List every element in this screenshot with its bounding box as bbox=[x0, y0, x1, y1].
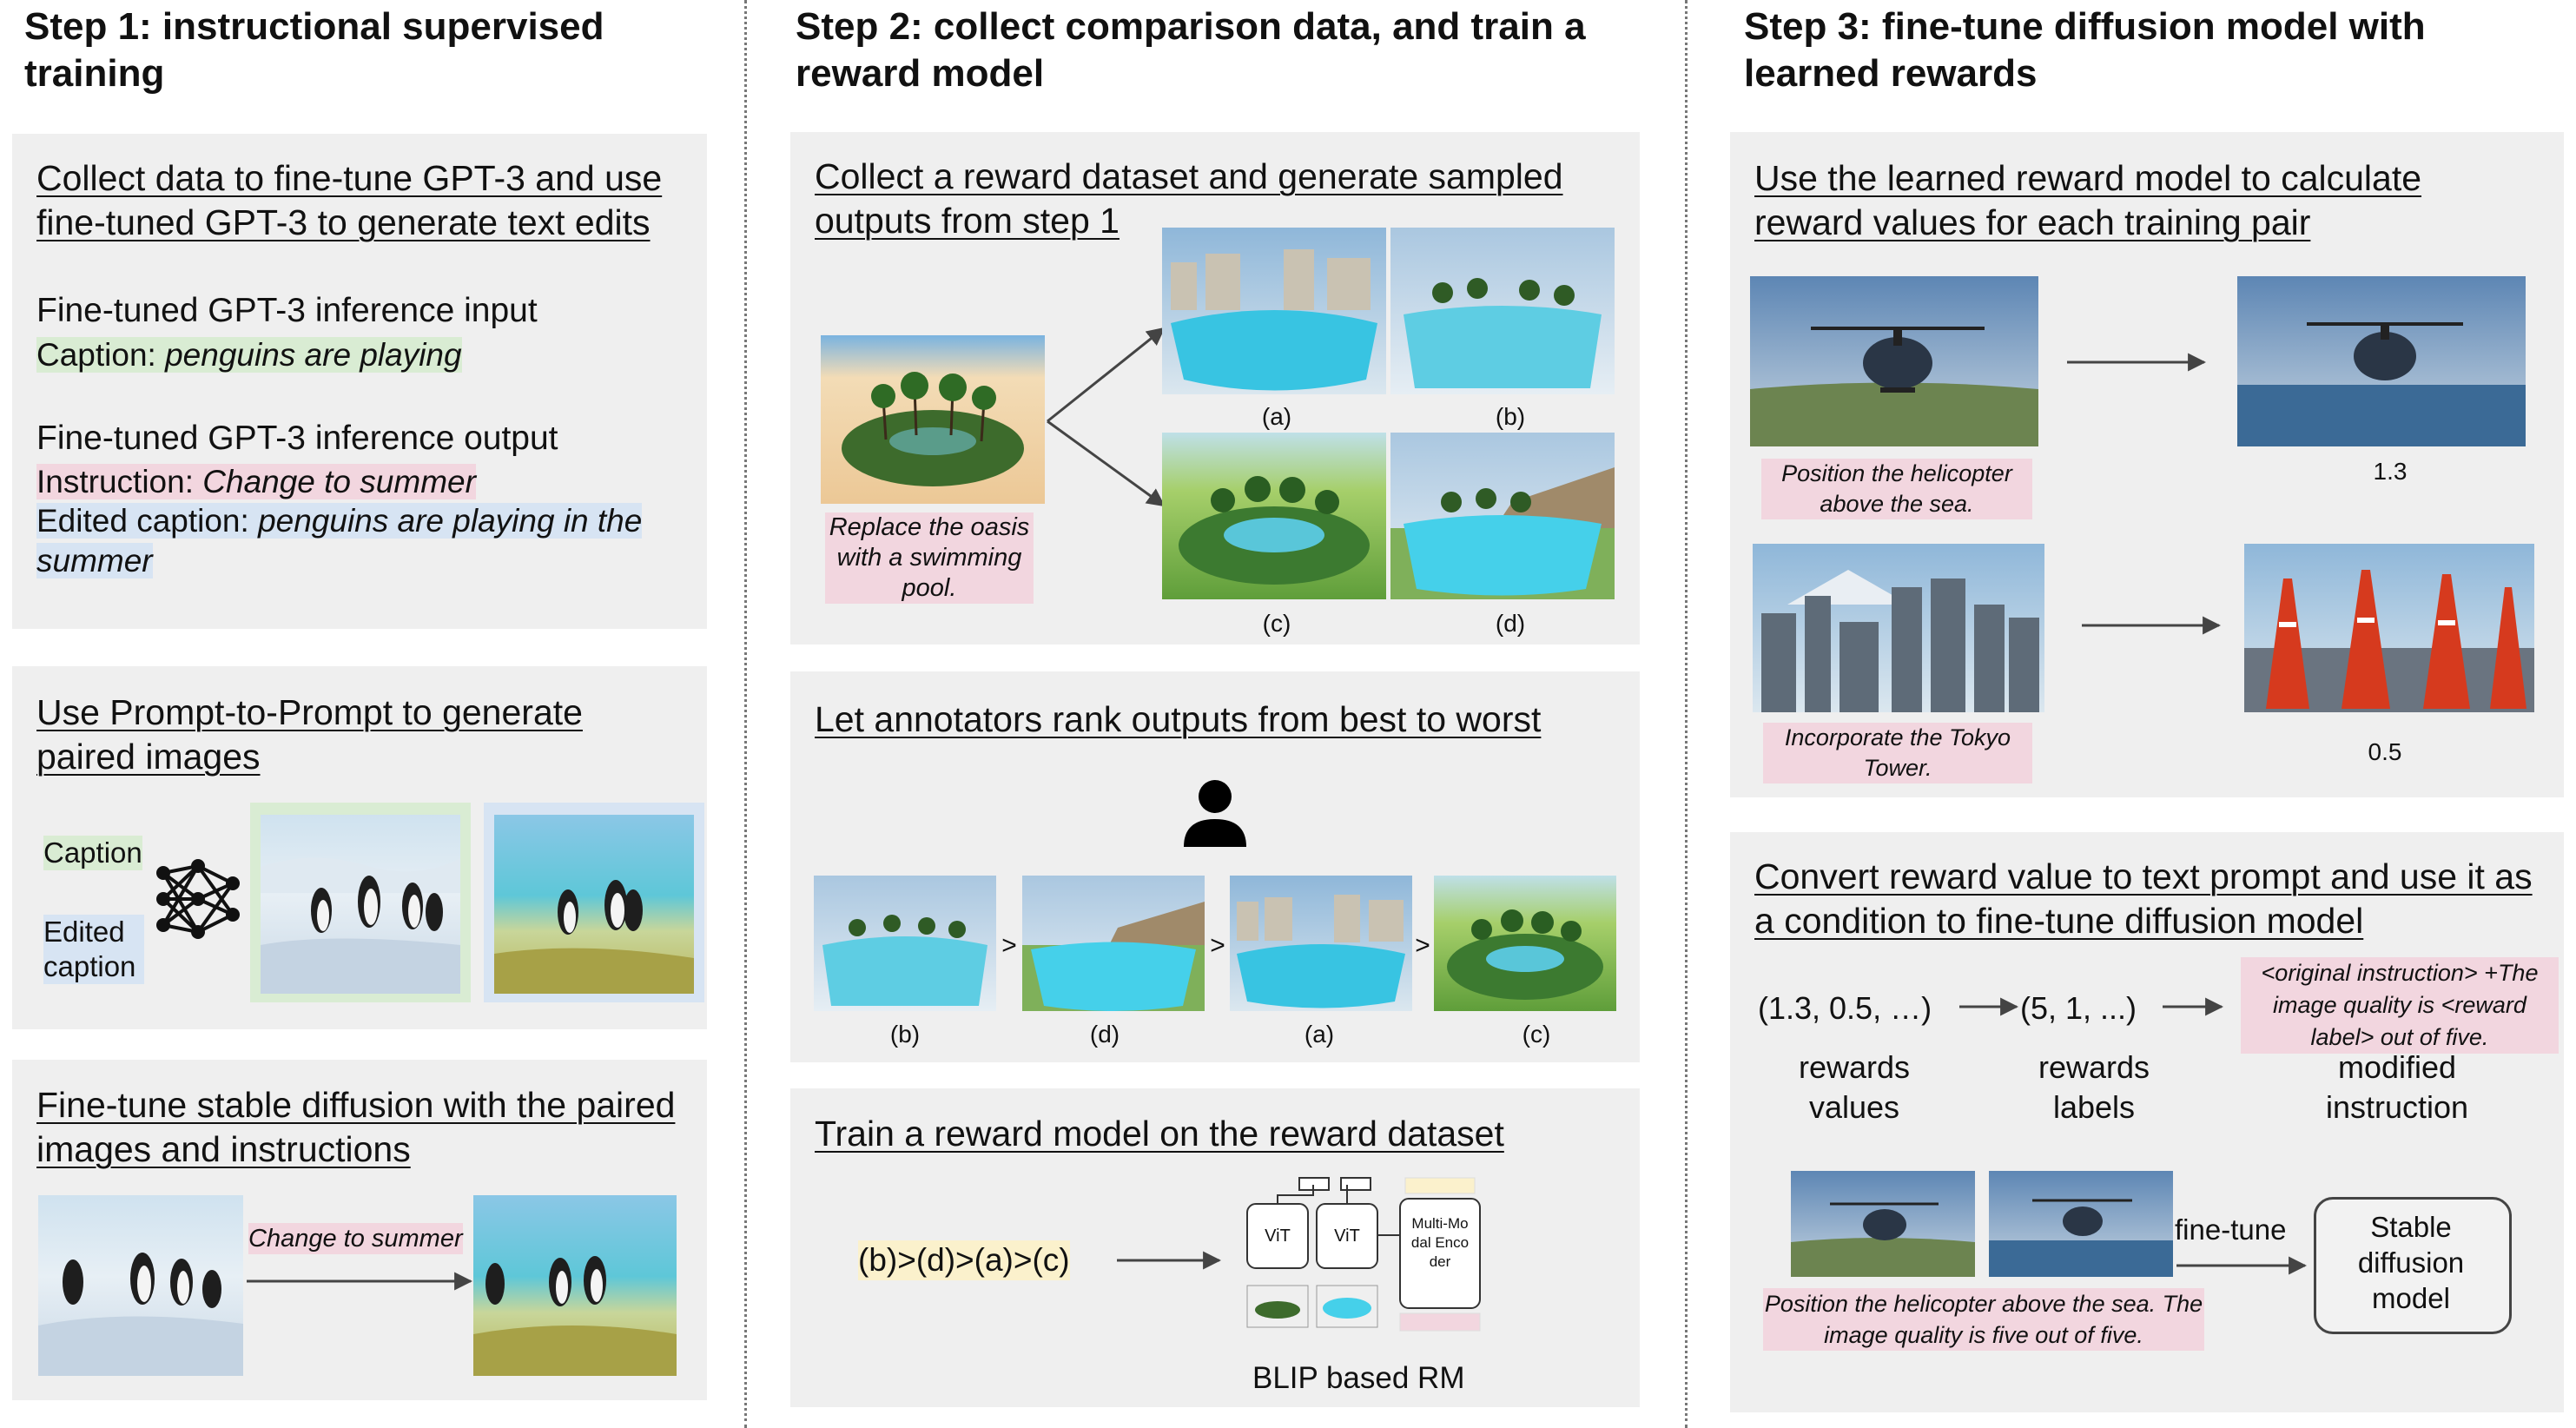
reward-labels-tuple: (5, 1, ...) bbox=[2020, 990, 2137, 1026]
person-icon bbox=[1180, 777, 1250, 847]
reward-values-tuple: (1.3, 0.5, …) bbox=[1758, 990, 1932, 1026]
rank-label-1: (b) bbox=[889, 1021, 921, 1048]
step3-reward-calc-title: Use the learned reward model to calculat… bbox=[1754, 158, 2422, 242]
rank-separator-1: > bbox=[1001, 931, 1017, 960]
rewards-labels-label: rewards labels bbox=[2038, 1049, 2150, 1125]
inference-input-heading: Fine-tuned GPT-3 inference input bbox=[36, 292, 538, 329]
caption-label: Caption: bbox=[36, 337, 166, 373]
caption-value: penguins are playing bbox=[165, 337, 462, 373]
label-a: (a) bbox=[1261, 403, 1292, 430]
penguins-summer-image bbox=[494, 815, 694, 994]
ranking-to-rm-arrow bbox=[1117, 1251, 1222, 1270]
neural-network-icon bbox=[153, 856, 243, 942]
helicopter-pair-output-image bbox=[1989, 1171, 2173, 1277]
penguins-summer-output-image bbox=[473, 1195, 677, 1376]
labels-to-instruction-arrow bbox=[2163, 997, 2224, 1016]
finetune-instruction-label: Change to summer bbox=[248, 1223, 463, 1254]
modified-instruction-template: <original instruction> +The image qualit… bbox=[2241, 957, 2559, 1054]
oasis-instruction-label: Replace the oasis with a swimming pool. bbox=[825, 512, 1034, 604]
step2-ranking-title: Let annotators rank outputs from best to… bbox=[815, 699, 1542, 739]
step3-title: Step 3: fine-tune diffusion model with l… bbox=[1744, 5, 2426, 95]
instruction-line: Instruction: Change to summer bbox=[36, 462, 476, 502]
vit-label-2: ViT bbox=[1334, 1226, 1360, 1246]
helicopter-pair-input-image bbox=[1791, 1171, 1975, 1277]
tokyo-instruction-label: Incorporate the Tokyo Tower. bbox=[1763, 723, 2032, 783]
rank-label-4: (c) bbox=[1522, 1021, 1551, 1048]
tokyo-tower-output-image bbox=[2244, 544, 2534, 712]
mm-encoder-label: Multi-Modal Encoder bbox=[1410, 1215, 1470, 1270]
step3-finetune-title: Convert reward value to text prompt and … bbox=[1754, 856, 2533, 941]
helicopter-reward-value: 1.3 bbox=[2373, 458, 2408, 485]
ranked-image-3 bbox=[1230, 876, 1412, 1011]
city-input-image bbox=[1753, 544, 2044, 712]
helicopter-input-image bbox=[1750, 276, 2038, 446]
p2p-caption-label: Caption bbox=[43, 836, 142, 870]
pool-output-image-a bbox=[1162, 228, 1386, 394]
inference-output-heading: Fine-tuned GPT-3 inference output bbox=[36, 420, 558, 457]
step1-p2p-panel-title: Use Prompt-to-Prompt to generate paired … bbox=[36, 692, 583, 777]
step2-title: Step 2: collect comparison data, and tra… bbox=[796, 5, 1586, 95]
step1-finetune-panel-title: Fine-tune stable diffusion with the pair… bbox=[36, 1085, 676, 1169]
rank-label-2: (d) bbox=[1089, 1021, 1120, 1048]
modified-caption-example: Position the helicopter above the sea. T… bbox=[1763, 1288, 2204, 1351]
label-d: (d) bbox=[1495, 610, 1526, 637]
helicopter-arrow bbox=[2067, 353, 2207, 372]
pool-output-image-d bbox=[1390, 433, 1615, 599]
penguins-winter-input-image bbox=[38, 1195, 243, 1376]
step2-reward-model-title: Train a reward model on the reward datas… bbox=[815, 1114, 1504, 1154]
pool-output-image-c bbox=[1162, 433, 1386, 599]
rank-label-3: (a) bbox=[1304, 1021, 1335, 1048]
step1-title: Step 1: instructional supervised trainin… bbox=[24, 5, 604, 95]
step-divider-2 bbox=[1685, 0, 1688, 1428]
edited-caption-line: Edited caption: penguins are playing in … bbox=[36, 501, 679, 581]
step-divider-1 bbox=[744, 0, 747, 1428]
finetune-label: fine-tune bbox=[2175, 1213, 2287, 1246]
instruction-label: Instruction: bbox=[36, 464, 203, 499]
helicopter-instruction-label: Position the helicopter above the sea. bbox=[1761, 459, 2032, 519]
blip-reward-model-diagram: ViT ViT Multi-Modal Encoder bbox=[1238, 1174, 1499, 1339]
ranking-text: (b)>(d)>(a)>(c) bbox=[858, 1240, 1070, 1280]
ranked-image-4 bbox=[1434, 876, 1616, 1011]
blip-rm-label: BLIP based RM bbox=[1252, 1361, 1465, 1395]
label-c: (c) bbox=[1262, 610, 1291, 637]
penguins-winter-image bbox=[261, 815, 460, 994]
edited-caption-label: Edited caption: bbox=[36, 503, 259, 539]
values-to-labels-arrow bbox=[1959, 997, 2019, 1016]
oasis-input-image bbox=[821, 335, 1045, 504]
oasis-branch-arrows bbox=[1047, 327, 1166, 507]
instruction-value: Change to summer bbox=[202, 464, 476, 499]
step1-gpt3-panel-title: Collect data to fine-tune GPT-3 and use … bbox=[36, 158, 663, 242]
modified-instruction-label: modified instruction bbox=[2325, 1049, 2469, 1125]
rewards-values-label: rewards values bbox=[1798, 1049, 1911, 1125]
pool-output-image-b bbox=[1390, 228, 1615, 394]
ranked-image-1 bbox=[814, 876, 996, 1011]
rank-separator-2: > bbox=[1210, 931, 1225, 960]
caption-line: Caption: penguins are playing bbox=[36, 335, 462, 375]
finetune-to-model-arrow bbox=[2176, 1256, 2308, 1275]
rank-separator-3: > bbox=[1415, 931, 1430, 960]
finetune-arrow bbox=[247, 1272, 473, 1291]
stable-diffusion-model-label: Stable diffusion model bbox=[2357, 1211, 2465, 1314]
tokyo-reward-value: 0.5 bbox=[2368, 738, 2402, 765]
city-arrow bbox=[2082, 616, 2222, 635]
label-b: (b) bbox=[1495, 403, 1526, 430]
vit-label-1: ViT bbox=[1265, 1226, 1291, 1246]
ranked-image-2 bbox=[1022, 876, 1205, 1011]
p2p-edited-caption-label: Edited caption bbox=[43, 915, 144, 984]
helicopter-output-image bbox=[2237, 276, 2526, 446]
